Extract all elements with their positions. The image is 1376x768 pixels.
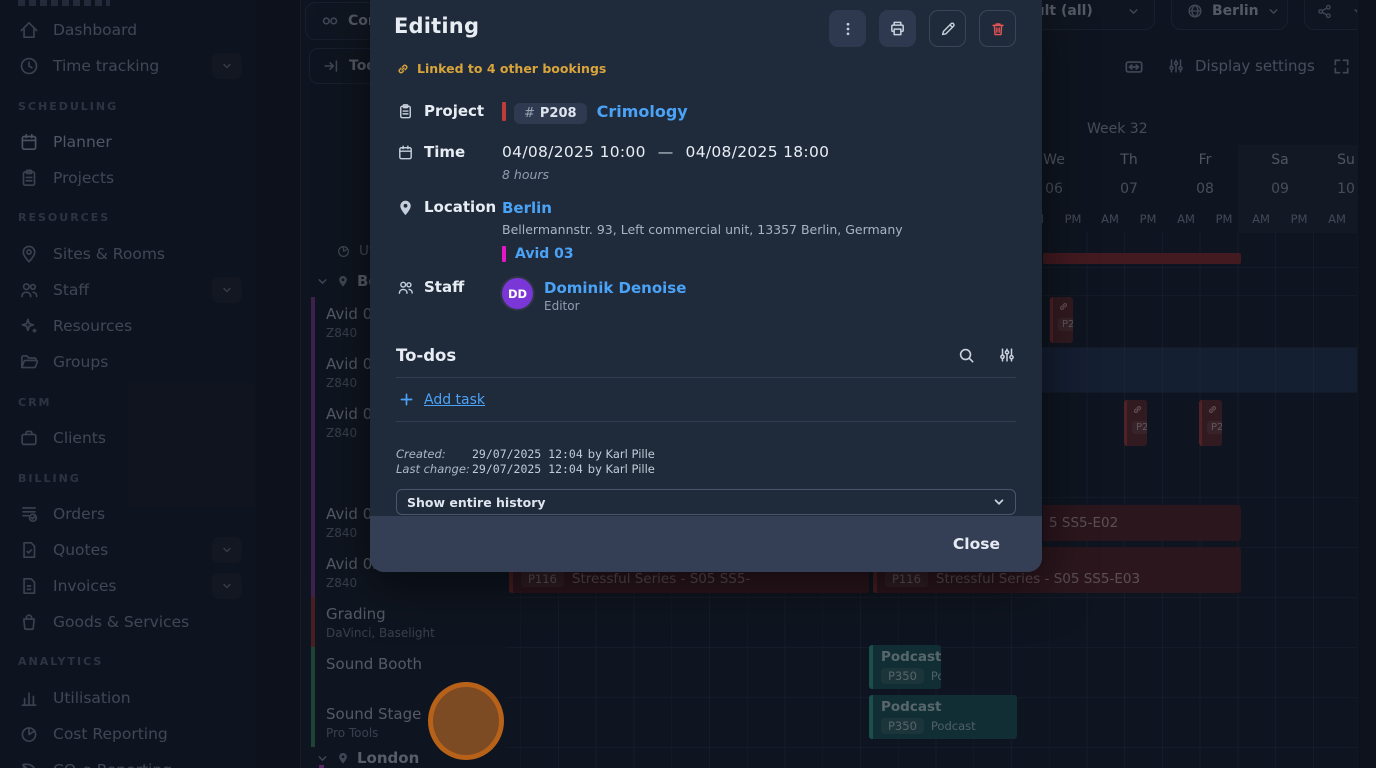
project-number-badge: #P208 (514, 103, 587, 124)
last-change-label: Last change: (396, 462, 472, 477)
click-highlight-cursor (428, 682, 504, 760)
room-color-bar (502, 246, 506, 262)
location-label: Location (424, 198, 496, 262)
pencil-icon (939, 20, 957, 38)
staff-row: Staff DD Dominik Denoise Editor (370, 278, 1042, 313)
plus-icon (398, 391, 415, 408)
created-by: by Karl Pille (588, 447, 655, 461)
last-change-date: 29/07/2025 12:04 (472, 462, 583, 476)
location-city-link[interactable]: Berlin (502, 199, 552, 217)
printer-icon (888, 19, 907, 38)
linked-bookings-link[interactable]: Linked to 4 other bookings (396, 61, 1042, 76)
todos-heading: To-dos (396, 346, 456, 365)
more-options-button[interactable] (829, 10, 866, 47)
avatar: DD (502, 278, 533, 309)
staff-label: Staff (424, 278, 464, 313)
app-window: Dashboard Time tracking SCHEDULING Plann… (0, 0, 1376, 768)
search-icon[interactable] (957, 346, 976, 365)
last-change-by: by Karl Pille (588, 462, 655, 476)
time-duration: 8 hours (502, 167, 1016, 182)
room-link[interactable]: Avid 03 (515, 246, 574, 262)
audit-meta: Created: 29/07/2025 12:04 by Karl Pille L… (370, 447, 1042, 477)
modal-title: Editing (394, 10, 479, 38)
modal-footer: Close (370, 516, 1042, 572)
divider (396, 421, 1016, 422)
add-task-label: Add task (424, 392, 485, 408)
project-color-bar (502, 102, 506, 121)
time-row: Time 04/08/2025 10:00 — 04/08/2025 18:00 8… (370, 143, 1042, 182)
clipboard-icon (396, 102, 415, 124)
filter-sliders-icon[interactable] (998, 346, 1016, 365)
add-task-button[interactable]: Add task (396, 378, 1016, 421)
print-button[interactable] (879, 10, 916, 47)
time-start: 04/08/2025 10:00 (502, 143, 646, 161)
project-label: Project (424, 102, 484, 124)
booking-details-modal: Editing Linked to 4 other bookings (370, 0, 1042, 572)
link-icon (396, 62, 410, 76)
staff-name-link[interactable]: Dominik Denoise (544, 279, 686, 297)
pin-icon (396, 198, 415, 262)
edit-button[interactable] (929, 10, 966, 47)
created-date: 29/07/2025 12:04 (472, 447, 583, 461)
close-button[interactable]: Close (939, 527, 1014, 561)
time-end: 04/08/2025 18:00 (686, 143, 830, 161)
location-row: Location Berlin Bellermannstr. 93, Left … (370, 198, 1042, 262)
delete-button[interactable] (979, 10, 1016, 47)
trash-icon (989, 20, 1007, 38)
project-name-link[interactable]: Crimology (597, 102, 688, 121)
calendar-icon (396, 143, 415, 182)
kebab-menu-icon (840, 21, 856, 37)
project-row: Project #P208 Crimology (370, 102, 1042, 124)
time-separator: — (658, 143, 674, 161)
linked-bookings-label: Linked to 4 other bookings (417, 61, 606, 76)
history-select[interactable]: Show entire history (396, 489, 1016, 515)
location-address: Bellermannstr. 93, Left commercial unit,… (502, 222, 1016, 237)
time-label: Time (424, 143, 465, 182)
chevron-down-icon (992, 495, 1006, 509)
staff-role: Editor (544, 299, 686, 313)
todos-section: To-dos Add task (370, 346, 1042, 422)
history-select-value: Show entire history (407, 495, 546, 510)
created-label: Created: (396, 447, 472, 462)
people-icon (396, 278, 415, 313)
